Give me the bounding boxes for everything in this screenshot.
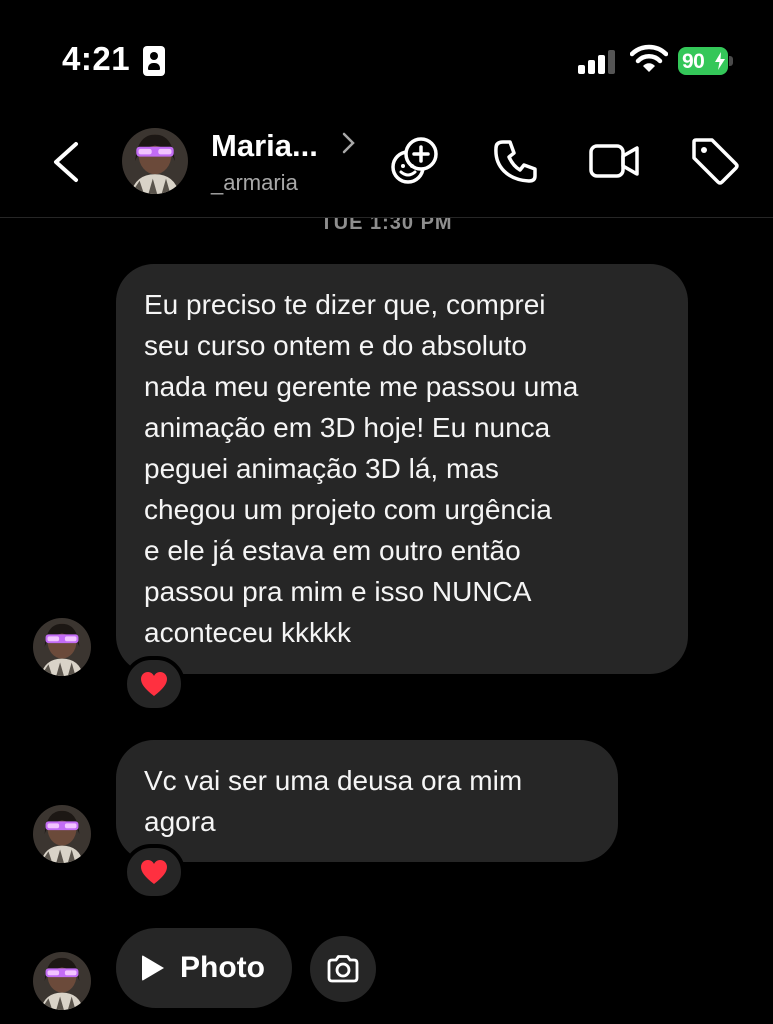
heart-reaction[interactable] bbox=[123, 844, 185, 900]
chevron-left-icon bbox=[54, 142, 78, 182]
sender-avatar[interactable] bbox=[33, 805, 91, 863]
heart-reaction[interactable] bbox=[123, 656, 185, 712]
chevron-right-icon[interactable] bbox=[341, 130, 357, 156]
add-people-icon bbox=[391, 137, 438, 184]
reply-camera-button[interactable] bbox=[310, 936, 376, 1002]
message-bubble[interactable]: Vc vai ser uma deusa ora mim agora bbox=[116, 740, 618, 862]
focus-mode-icon bbox=[143, 46, 165, 76]
tag-button[interactable] bbox=[688, 134, 742, 188]
charging-bolt-icon bbox=[715, 52, 725, 70]
back-button[interactable] bbox=[46, 138, 86, 186]
message-text: Eu preciso te dizer que, comprei seu cur… bbox=[144, 289, 579, 648]
battery-percent: 90 bbox=[682, 50, 705, 73]
add-people-button[interactable] bbox=[388, 134, 442, 188]
chat-header: Maria... _armaria bbox=[0, 110, 773, 218]
header-avatar[interactable] bbox=[122, 128, 188, 194]
voice-call-button[interactable] bbox=[489, 134, 543, 188]
video-camera-icon bbox=[589, 144, 639, 178]
battery-indicator: 90 bbox=[678, 47, 734, 75]
contact-name[interactable]: Maria... bbox=[211, 128, 318, 164]
heart-icon bbox=[141, 672, 167, 696]
photo-label: Photo bbox=[180, 951, 265, 984]
heart-icon bbox=[141, 860, 167, 884]
play-icon bbox=[142, 955, 164, 981]
dm-conversation-screen: 4:21 90 Maria... _armaria TUE 1:30 PM Eu… bbox=[0, 0, 773, 1024]
video-call-button[interactable] bbox=[587, 134, 641, 188]
tag-icon bbox=[692, 138, 739, 185]
sender-avatar[interactable] bbox=[33, 952, 91, 1010]
message-text: Vc vai ser uma deusa ora mim agora bbox=[144, 765, 523, 837]
contact-username: _armaria bbox=[211, 170, 298, 195]
view-once-photo-button[interactable]: Photo bbox=[116, 928, 292, 1008]
sender-avatar[interactable] bbox=[33, 618, 91, 676]
status-time: 4:21 bbox=[62, 40, 131, 77]
status-bar: 4:21 90 bbox=[0, 0, 773, 110]
phone-icon bbox=[494, 140, 537, 183]
message-bubble[interactable]: Eu preciso te dizer que, comprei seu cur… bbox=[116, 264, 688, 674]
wifi-icon bbox=[629, 44, 669, 74]
cellular-signal-icon bbox=[578, 50, 618, 74]
camera-icon bbox=[327, 955, 359, 983]
